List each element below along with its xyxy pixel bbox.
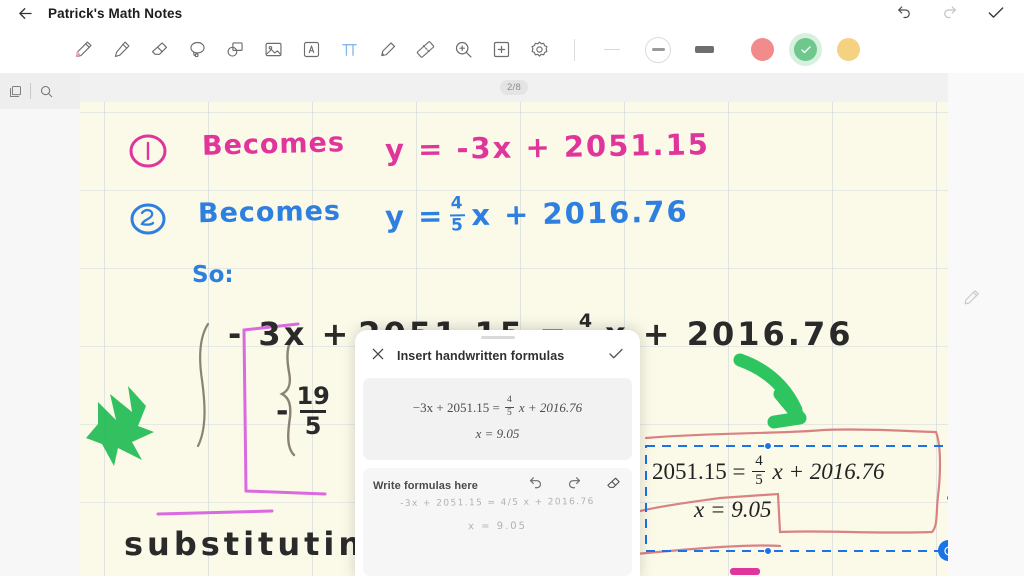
fraction-sign: - — [276, 393, 289, 429]
back-arrow-icon[interactable] — [14, 2, 36, 24]
redo-icon[interactable] — [940, 3, 960, 23]
handwriting-stroke-line-1: -3x + 2051.15 = 4/5 x + 2016.76 — [400, 496, 595, 510]
preview-numerator: 4 — [506, 395, 512, 406]
preview-line-2: x = 9.05 — [475, 425, 520, 441]
settings-tool[interactable] — [522, 33, 556, 67]
lasso-tool[interactable] — [180, 33, 214, 67]
undo-icon[interactable] — [894, 3, 914, 23]
handwriting-input-header: Write formulas here — [363, 468, 632, 497]
right-edge-panel — [948, 73, 1024, 576]
app-root: Patrick's Math Notes 2/8 Becomes Becomes… — [0, 0, 1024, 576]
fraction-denominator: 5 — [304, 411, 322, 440]
insert-formula-dialog[interactable]: Insert handwritten formulas −3x + 2051.1… — [355, 330, 640, 576]
color-group — [741, 33, 870, 66]
handwriting-becomes-2: Becomes — [197, 195, 342, 230]
handwriting-substituting: substitutin — [124, 525, 366, 563]
main-line-numerator: 4 — [578, 310, 596, 332]
drawing-tools-group — [0, 33, 558, 67]
color-selected-check-icon — [794, 38, 817, 61]
add-page-tool[interactable] — [484, 33, 518, 67]
preview-line1-rhs: x + 2016.76 — [518, 399, 583, 415]
selection-handle-top[interactable] — [764, 442, 772, 450]
equation-2-lhs: y = — [384, 198, 445, 234]
stroke-width-thick[interactable] — [688, 34, 720, 66]
pen-tool[interactable] — [66, 33, 100, 67]
image-tool[interactable] — [256, 33, 290, 67]
page-indicator-strip: 2/8 — [80, 73, 948, 102]
preview-line-1: −3x + 2051.15 = 4 5 x + 2016.76 — [412, 395, 583, 419]
main-line-right: x + 2016.76 — [604, 315, 854, 354]
selection-handle-right[interactable] — [946, 494, 948, 502]
redo-icon[interactable] — [566, 475, 583, 497]
preview-line1-lhs: −3x + 2051.15 = — [412, 399, 500, 415]
handwriting-input-tools — [527, 475, 622, 497]
handwriting-becomes-1: Becomes — [201, 127, 346, 162]
stroke-width-group — [589, 34, 727, 66]
handwriting-so-label: So: — [192, 262, 234, 288]
formula-tool[interactable] — [332, 33, 366, 67]
left-sidebar — [0, 73, 80, 576]
dialog-confirm-icon[interactable] — [607, 345, 625, 368]
preview-fraction: 4 5 — [504, 395, 514, 419]
eraser-tool[interactable] — [142, 33, 176, 67]
pages-icon[interactable] — [0, 77, 30, 105]
inserted-line1-lhs: 2051.15 = — [652, 458, 746, 484]
toolbar-divider — [574, 38, 575, 61]
color-swatch-yellow[interactable] — [837, 38, 860, 61]
main-line-left: - 3x + — [228, 315, 352, 354]
color-swatch-red[interactable] — [751, 38, 774, 61]
eraser-icon[interactable] — [605, 475, 622, 497]
inserted-denominator: 5 — [755, 472, 763, 489]
zoom-tool[interactable] — [446, 33, 480, 67]
pink-scribble — [730, 568, 760, 575]
undo-icon[interactable] — [527, 475, 544, 497]
handwriting-fraction-19-5: - 19 5 — [276, 382, 332, 440]
inserted-formula-line-2: x = 9.05 — [694, 497, 772, 523]
sidebar-toolbar — [0, 73, 80, 109]
inserted-numerator: 4 — [755, 453, 763, 469]
handwriting-input-placeholder: Write formulas here — [373, 480, 479, 492]
preview-denominator: 5 — [506, 408, 512, 418]
close-icon[interactable] — [370, 346, 386, 367]
handwriting-equation-1: y = -3x + 2051.15 — [384, 127, 711, 167]
title-bar-actions — [894, 3, 1006, 23]
highlighter-tool[interactable] — [104, 33, 138, 67]
dialog-title: Insert handwritten formulas — [397, 349, 565, 363]
handwriting-stroke-line-2: x = 9.05 — [467, 520, 527, 533]
confirm-check-icon[interactable] — [986, 3, 1006, 23]
search-icon[interactable] — [31, 77, 61, 105]
fraction-numerator: 19 — [296, 382, 330, 410]
handwriting-input-area[interactable]: Write formulas here -3x + 2051.15 = 4/5 … — [363, 468, 632, 576]
fraction-19-5: 19 5 — [296, 382, 330, 440]
equation-2-rhs: x + 2016.76 — [471, 194, 689, 233]
tool-bar — [0, 26, 1024, 73]
inserted-formula-line-1: 2051.15 = 4 5 x + 2016.76 — [652, 453, 944, 489]
selection-handle-bottom[interactable] — [764, 547, 772, 555]
handwriting-strokes: -3x + 2051.15 = 4/5 x + 2016.76 x = 9.05 — [363, 496, 632, 533]
color-swatch-green[interactable] — [789, 33, 822, 66]
page-indicator: 2/8 — [499, 80, 529, 95]
ruler-tool[interactable] — [408, 33, 442, 67]
dialog-header: Insert handwritten formulas — [355, 339, 640, 373]
equation-2-denominator: 5 — [450, 215, 466, 236]
document-title: Patrick's Math Notes — [48, 5, 183, 21]
equation-2-fraction: 4 5 — [450, 193, 466, 236]
inserted-fraction: 4 5 — [752, 453, 766, 489]
equation-2-numerator: 4 — [450, 193, 465, 214]
formula-preview: −3x + 2051.15 = 4 5 x + 2016.76 x = 9.05 — [363, 378, 632, 460]
pencil-icon[interactable] — [962, 288, 981, 312]
stroke-width-medium[interactable] — [642, 34, 674, 66]
text-tool[interactable] — [294, 33, 328, 67]
stroke-width-thin[interactable] — [596, 34, 628, 66]
inserted-formula[interactable]: 2051.15 = 4 5 x + 2016.76 x = 9.05 — [652, 453, 944, 523]
shape-tool[interactable] — [218, 33, 252, 67]
handwriting-equation-2: y = 4 5 x + 2016.76 — [385, 191, 689, 236]
marker-tool[interactable] — [370, 33, 404, 67]
title-bar: Patrick's Math Notes — [0, 0, 1024, 26]
inserted-line1-rhs: x + 2016.76 — [772, 458, 885, 484]
